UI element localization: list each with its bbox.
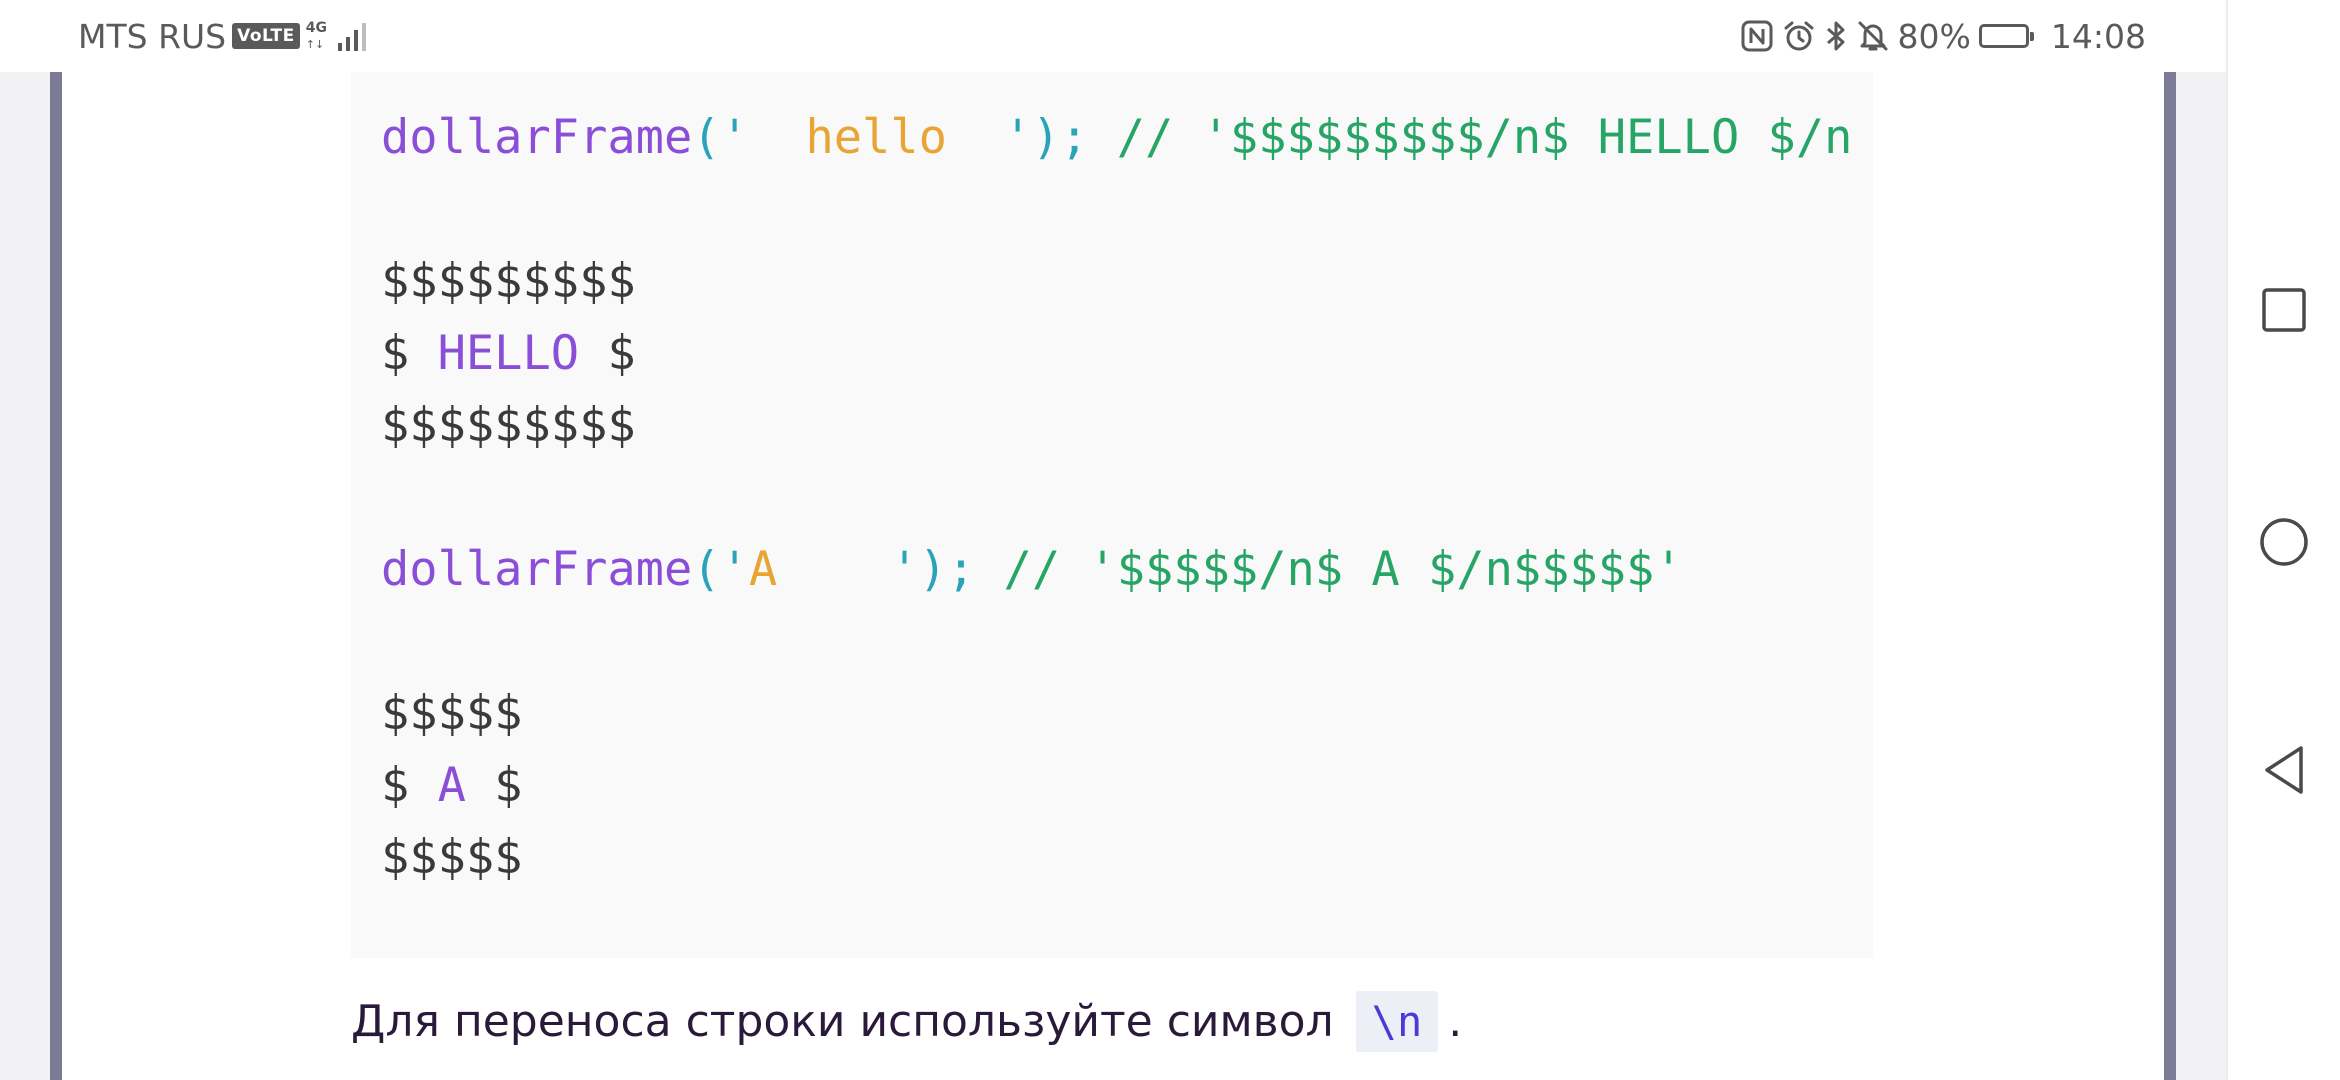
code-output: $$$$$$$$$ [381,254,636,309]
network-type-label: 4G [305,20,327,36]
battery-icon [1978,24,2034,48]
code-function-name: dollarFrame [381,542,693,597]
code-line: $$$$$ [381,822,522,894]
code-function-name: dollarFrame [381,110,693,165]
instruction-paragraph: Для переноса строки используйте символ \n… [351,984,1462,1058]
code-block[interactable]: dollarFrame(' hello '); // '$$$$$$$$$/n$… [351,72,1873,958]
code-output: $$$$$ [381,830,523,885]
code-line: $$$$$$$$$ [381,390,636,462]
card-left-border [50,72,62,1080]
code-line: $ A $ [381,750,522,822]
inline-code-newline: \n [1355,990,1439,1052]
code-string: hello [748,110,1004,165]
status-bar-right: 80% 14:08 [1740,0,2146,72]
code-comment: // '$$$$$/n$ A $/n$$$$$' [975,542,1683,597]
code-output: $ [381,758,438,813]
code-output: $$$$$$$$$ [381,398,636,453]
navigation-bar [2226,0,2340,1080]
code-line: $ HELLO $ [381,318,636,390]
code-output: $$$$$ [381,686,523,741]
circle-icon [2260,518,2308,566]
lesson-card: dollarFrame(' hello '); // '$$$$$$$$$/n$… [62,72,2164,1080]
code-output: $ [579,326,636,381]
network-type-indicator: 4G ↑↓ [306,18,330,54]
signal-icon [337,23,366,51]
network-activity-icon: ↑↓ [305,38,325,51]
code-keyword: HELLO [437,326,580,381]
carrier-name: MTS RUS [78,16,227,56]
instruction-text: Для переноса строки используйте символ [351,995,1334,1047]
alarm-icon [1784,21,1814,51]
battery-percent: 80% [1897,16,1971,56]
nfc-icon [1741,20,1773,52]
square-icon [2262,288,2306,332]
code-punctuation: '); [1003,110,1089,165]
instruction-period: . [1448,995,1463,1047]
code-line: dollarFrame('A '); // '$$$$$/n$ A $/n$$$… [381,534,1683,606]
code-string: A [748,542,891,597]
page-content: dollarFrame(' hello '); // '$$$$$$$$$/n$… [0,72,2226,1080]
recent-apps-button[interactable] [2248,274,2320,346]
status-bar-left: MTS RUS VoLTE 4G ↑↓ [78,0,370,72]
code-keyword: A [437,758,466,813]
bluetooth-icon [1826,21,1845,51]
code-punctuation: '); [890,542,976,597]
status-bar: MTS RUS VoLTE 4G ↑↓ 80% 14:08 [0,0,2226,72]
code-output: $ [465,758,523,813]
code-line: $$$$$ [381,678,522,750]
back-button[interactable] [2248,734,2320,806]
back-triangle-icon [2265,746,2303,794]
clock: 14:08 [2050,16,2146,56]
code-comment: // '$$$$$$$$$/n$ HELLO $/n [1088,110,1853,165]
code-output: $ [381,326,438,381]
home-button[interactable] [2248,506,2320,578]
mute-icon [1858,21,1888,51]
volte-badge: VoLTE [232,23,300,49]
code-line: $$$$$$$$$ [381,246,636,318]
card-right-border [2164,72,2176,1080]
code-line: dollarFrame(' hello '); // '$$$$$$$$$/n$… [381,102,1852,174]
code-punctuation: (' [692,110,749,165]
code-punctuation: (' [692,542,749,597]
